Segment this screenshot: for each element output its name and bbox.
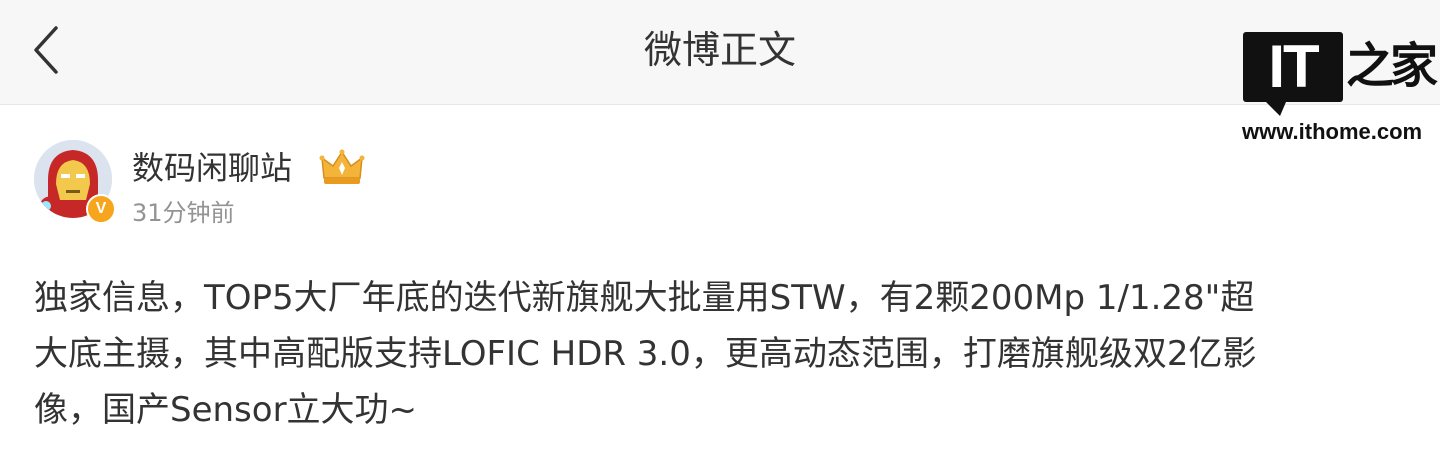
navigation-bar: 微博正文 [0, 0, 1440, 105]
crown-icon [318, 148, 366, 188]
author-name[interactable]: 数码闲聊站 [132, 146, 292, 190]
post-text-line: 独家信息，TOP5大厂年底的迭代新旗舰大批量用STW，有2颗200Mp 1/1.… [34, 278, 1255, 318]
post-text: 独家信息，TOP5大厂年底的迭代新旗舰大批量用STW，有2颗200Mp 1/1.… [34, 270, 1424, 450]
watermark-badge-text: IT [1268, 33, 1319, 100]
watermark-badge-tail [1266, 102, 1286, 116]
verified-badge: V [86, 194, 116, 224]
post-text-line: 大底主摄，其中高配版支持LOFIC HDR 3.0，更高动态范围，打磨旗舰级双2… [34, 334, 1257, 374]
watermark-url: www.ithome.com [1242, 119, 1423, 144]
post-time: 31分钟前 [132, 199, 235, 227]
page-title: 微博正文 [643, 28, 796, 72]
author-header: V 数码闲聊站 31分钟前 [32, 138, 632, 228]
post-text-line: 像，国产Sensor立大功~ [34, 390, 418, 430]
watermark-site-name: 之家 [1346, 38, 1438, 94]
ithome-watermark: IT 之家 www.ithome.com [1236, 26, 1440, 150]
